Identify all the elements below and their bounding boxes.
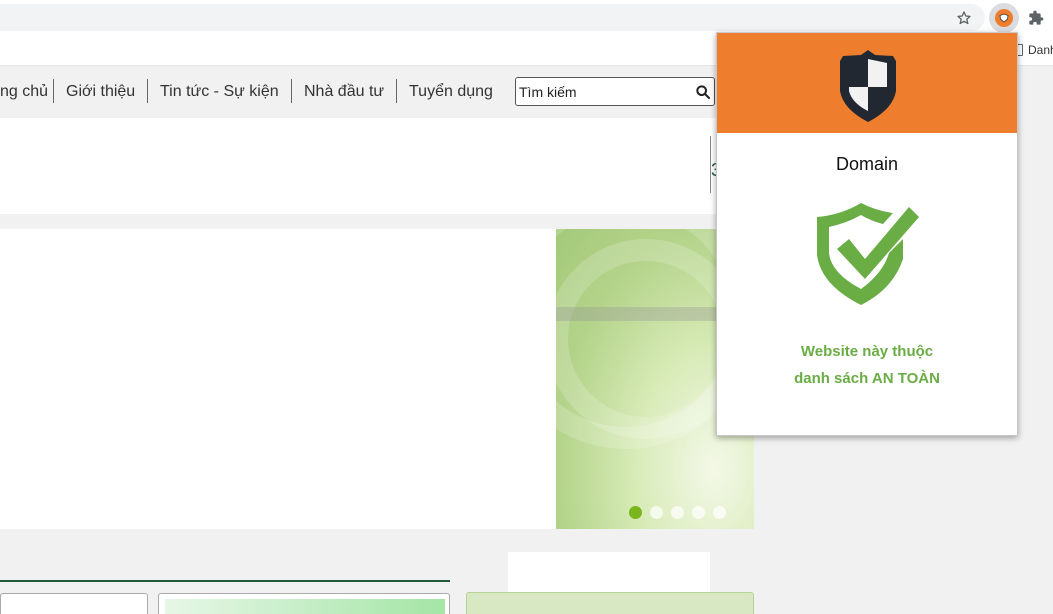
card-image: [165, 599, 445, 614]
extension-popup: Domain Website này thuộc danh sách AN TO…: [716, 32, 1018, 436]
site-navigation: ng chủ Giới thiệu Tin tức - Sự kiện Nhà …: [0, 67, 716, 117]
shield-check-icon: [817, 203, 919, 305]
nav-about[interactable]: Giới thiệu: [66, 79, 135, 105]
carousel-dots: [629, 506, 726, 519]
extensions-button[interactable]: [1024, 6, 1048, 30]
carousel-dot[interactable]: [629, 506, 642, 519]
nav-investors[interactable]: Nhà đầu tư: [304, 79, 384, 105]
search-box: [515, 77, 715, 106]
nav-separator: [291, 79, 292, 103]
nav-separator: [53, 79, 54, 103]
content-card[interactable]: [0, 593, 148, 614]
browser-toolbar: [0, 0, 1053, 34]
bookmark-label: Danh: [1028, 43, 1053, 57]
shield-extension-icon: [995, 9, 1013, 27]
popup-header: [717, 33, 1017, 133]
status-line: Website này thuộc: [800, 343, 934, 360]
nav-home[interactable]: ng chủ: [0, 79, 48, 105]
search-icon[interactable]: [695, 84, 711, 100]
nav-careers[interactable]: Tuyển dụng: [409, 79, 493, 105]
carousel-dot[interactable]: [713, 506, 726, 519]
content-card[interactable]: [466, 592, 754, 614]
carousel-dot[interactable]: [692, 506, 705, 519]
nav-separator: [396, 79, 397, 103]
header-band: [0, 118, 716, 214]
puzzle-icon: [1029, 10, 1044, 25]
star-icon: [957, 11, 971, 25]
bookmark-star-button[interactable]: [952, 6, 976, 30]
status-line: danh sách AN TOÀN: [794, 370, 940, 387]
carousel-dot[interactable]: [650, 506, 663, 519]
carousel-dot[interactable]: [671, 506, 684, 519]
address-bar[interactable]: [0, 4, 985, 31]
nav-news-events[interactable]: Tin tức - Sự kiện: [160, 79, 279, 105]
search-input[interactable]: [519, 80, 689, 103]
content-card[interactable]: [158, 593, 450, 614]
shield-extension-button[interactable]: [989, 3, 1019, 33]
shield-logo-icon: [840, 50, 896, 122]
popup-title: Domain: [835, 154, 899, 174]
bookmark-folder[interactable]: Danh: [1012, 41, 1053, 59]
nav-separator: [147, 79, 148, 103]
section-divider: [0, 580, 450, 582]
banner-area: [0, 229, 556, 529]
popup-status-text: Website này thuộc danh sách AN TOÀN: [717, 338, 1017, 392]
